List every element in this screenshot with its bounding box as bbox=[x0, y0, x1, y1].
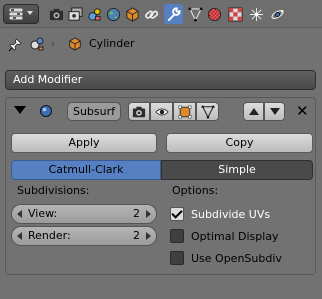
move-up-button[interactable] bbox=[243, 102, 264, 121]
use-opensubdiv-checkbox[interactable]: Use OpenSubdiv bbox=[170, 250, 282, 266]
subdivide-uvs-checkbox[interactable]: Subdivide UVs bbox=[170, 206, 270, 222]
checkbox-checked-icon[interactable] bbox=[170, 207, 184, 221]
data-tab[interactable] bbox=[186, 4, 205, 24]
object-cube-icon bbox=[126, 6, 139, 22]
mesh-cage-icon bbox=[200, 104, 215, 119]
checker-texture-icon bbox=[228, 6, 243, 22]
editor-type-button[interactable] bbox=[3, 4, 39, 24]
use-opensubdiv-label: Use OpenSubdiv bbox=[191, 251, 282, 265]
render-tab[interactable] bbox=[47, 4, 66, 24]
object-tab[interactable] bbox=[123, 4, 142, 24]
constraints-tab[interactable] bbox=[142, 4, 161, 24]
copy-button[interactable]: Copy bbox=[166, 133, 313, 153]
optimal-display-checkbox[interactable]: Optimal Display bbox=[170, 228, 279, 244]
decrement-arrow-icon[interactable] bbox=[17, 232, 22, 240]
catmull-clark-option[interactable]: Catmull-Clark bbox=[11, 160, 161, 180]
view-subdivisions-field[interactable]: View: 2 bbox=[11, 204, 157, 224]
optimal-display-label: Optimal Display bbox=[191, 229, 279, 243]
collapse-triangle-icon[interactable] bbox=[14, 106, 26, 114]
subsurf-modifier-icon bbox=[40, 105, 52, 117]
pin-icon[interactable] bbox=[8, 38, 22, 52]
properties-editor-icon bbox=[9, 8, 23, 20]
physics-tab[interactable] bbox=[268, 4, 287, 24]
material-sphere-icon bbox=[207, 7, 222, 21]
scene-icon bbox=[88, 7, 101, 21]
close-icon[interactable]: ✕ bbox=[296, 101, 309, 121]
show-editmode-button[interactable] bbox=[173, 102, 196, 121]
material-tab[interactable] bbox=[205, 4, 224, 24]
scene-tab[interactable] bbox=[85, 4, 104, 24]
object-cube-icon bbox=[69, 37, 81, 51]
particles-icon bbox=[249, 7, 264, 21]
show-on-cage-button[interactable] bbox=[196, 102, 219, 121]
camera-icon bbox=[49, 8, 64, 20]
modifier-name-field[interactable]: Subsurf bbox=[67, 102, 121, 121]
increment-arrow-icon[interactable] bbox=[146, 210, 151, 218]
view-label: View: bbox=[28, 207, 58, 220]
world-tab[interactable] bbox=[104, 4, 123, 24]
camera-icon bbox=[132, 106, 146, 117]
subdivide-uvs-label: Subdivide UVs bbox=[191, 207, 271, 221]
view-value: 2 bbox=[133, 207, 140, 220]
world-icon bbox=[106, 7, 121, 21]
checkbox-unchecked-icon[interactable] bbox=[170, 251, 184, 265]
chevron-down-icon bbox=[27, 11, 33, 15]
add-modifier-dropdown[interactable]: Add Modifier bbox=[5, 70, 316, 90]
render-subdivisions-field[interactable]: Render: 2 bbox=[11, 226, 157, 246]
render-layers-icon bbox=[68, 6, 83, 21]
object-name-label: Cylinder bbox=[89, 37, 135, 50]
eye-icon bbox=[154, 108, 169, 115]
apply-button[interactable]: Apply bbox=[11, 133, 157, 153]
constraint-link-icon bbox=[145, 10, 159, 19]
options-label: Options: bbox=[172, 184, 219, 197]
editmode-vertices-icon bbox=[178, 105, 191, 118]
subdivisions-label: Subdivisions: bbox=[17, 184, 90, 197]
object-data-icon bbox=[30, 37, 44, 51]
render-value: 2 bbox=[133, 229, 140, 242]
increment-arrow-icon[interactable] bbox=[146, 232, 151, 240]
triangle-up-icon bbox=[248, 108, 259, 115]
move-down-button[interactable] bbox=[264, 102, 285, 121]
physics-orbit-icon bbox=[271, 9, 284, 19]
triangle-down-icon bbox=[269, 108, 280, 115]
simple-option[interactable]: Simple bbox=[161, 160, 313, 180]
show-viewport-button[interactable] bbox=[150, 102, 173, 121]
particles-tab[interactable] bbox=[247, 4, 266, 24]
render-layers-tab[interactable] bbox=[66, 4, 85, 24]
show-render-button[interactable] bbox=[128, 102, 150, 121]
checkbox-unchecked-icon[interactable] bbox=[170, 229, 184, 243]
modifiers-tab[interactable] bbox=[164, 4, 183, 24]
render-label: Render: bbox=[28, 229, 71, 242]
decrement-arrow-icon[interactable] bbox=[17, 210, 22, 218]
texture-tab[interactable] bbox=[226, 4, 245, 24]
breadcrumb-separator-icon: › bbox=[51, 39, 55, 50]
wrench-icon bbox=[167, 6, 181, 21]
mesh-data-icon bbox=[188, 6, 203, 22]
